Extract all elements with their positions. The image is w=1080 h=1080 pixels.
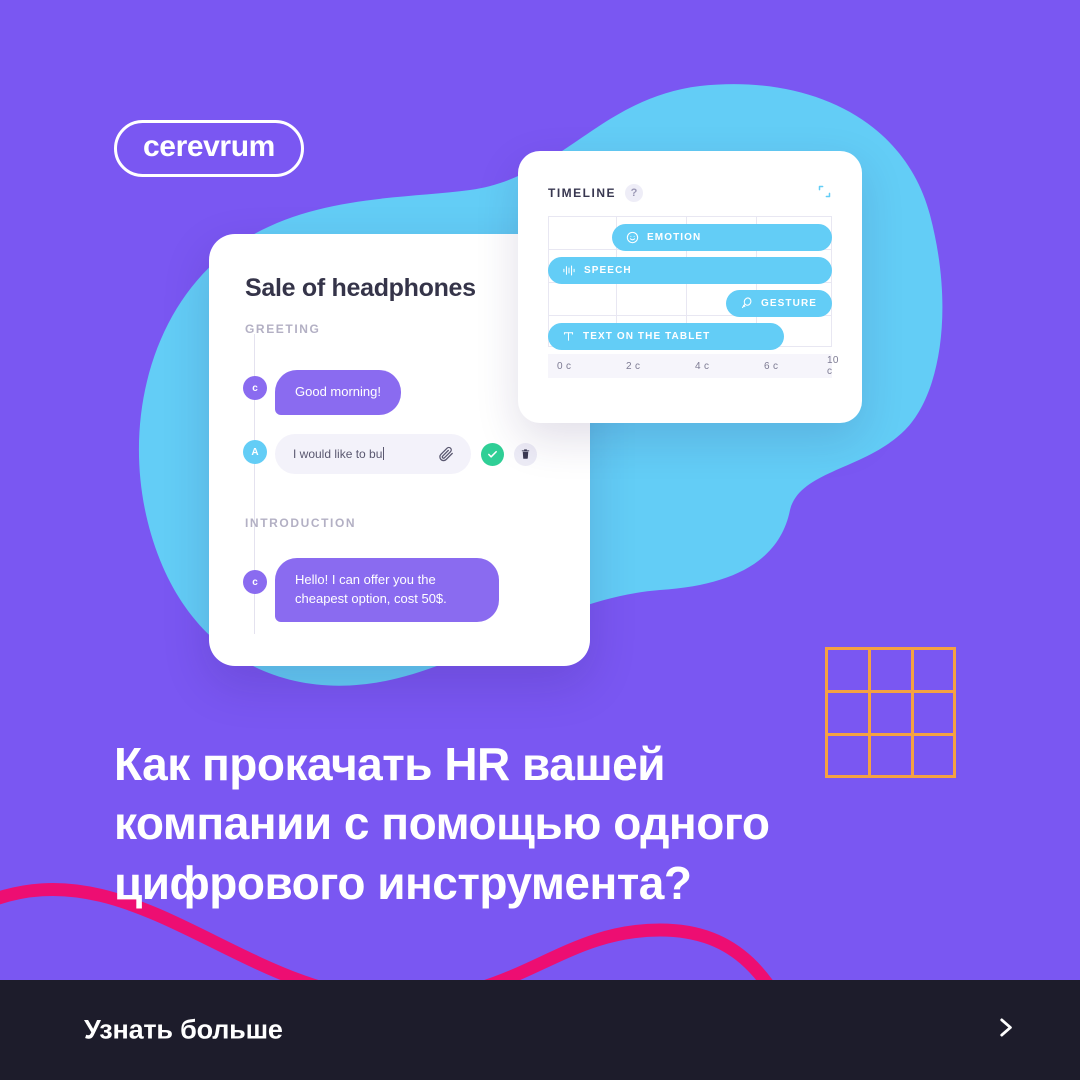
timeline-header: TIMELINE ? (548, 184, 643, 202)
timeline-track-label: EMOTION (647, 232, 702, 243)
section-label-introduction: INTRODUCTION (245, 516, 357, 530)
timeline-track-gesture[interactable]: GESTURE (726, 290, 832, 317)
page-title: Как прокачать HR вашей компании с помощь… (114, 738, 770, 909)
paperclip-icon[interactable] (435, 443, 457, 465)
trash-icon (521, 449, 530, 459)
timeline-card: TIMELINE ? EMOTION SPEECH GESTURE TEXT O… (518, 151, 862, 423)
axis-tick: 2 c (626, 360, 641, 372)
axis-tick: 4 c (695, 360, 710, 372)
timeline-title: TIMELINE (548, 186, 616, 200)
text-cursor (383, 447, 385, 460)
chat-bubble: Hello! I can offer you the cheapest opti… (275, 558, 499, 622)
axis-tick: 10 c (827, 355, 839, 377)
check-icon (488, 450, 497, 458)
timeline-track-label: GESTURE (761, 298, 818, 309)
avatar: A (243, 440, 267, 464)
avatar: c (243, 570, 267, 594)
waveform-icon (562, 264, 576, 277)
timeline-track-label: TEXT ON THE TABLET (583, 331, 711, 342)
smiley-icon (626, 231, 639, 244)
brand-logo[interactable]: cerevrum (114, 120, 304, 177)
axis-tick: 0 c (557, 360, 572, 372)
footer-cta-bar[interactable]: Узнать больше (0, 980, 1080, 1080)
delete-button[interactable] (514, 442, 537, 466)
timeline-grid: EMOTION SPEECH GESTURE TEXT ON THE TABLE… (548, 216, 832, 350)
timeline-track-text-on-tablet[interactable]: TEXT ON THE TABLET (548, 323, 784, 350)
expand-icon[interactable] (817, 184, 832, 204)
timeline-track-emotion[interactable]: EMOTION (612, 224, 832, 251)
chevron-right-icon[interactable] (992, 1013, 1018, 1048)
timeline-track-label: SPEECH (584, 265, 632, 276)
gesture-icon (740, 297, 753, 310)
axis-tick: 6 c (764, 360, 779, 372)
avatar: c (243, 376, 267, 400)
chat-bubble: Good morning! (275, 370, 401, 415)
chat-card-title: Sale of headphones (245, 274, 476, 302)
confirm-button[interactable] (481, 442, 504, 466)
footer-cta-label: Узнать больше (84, 1014, 283, 1045)
message-input[interactable]: I would like to bu (275, 434, 471, 474)
text-t-icon (562, 330, 575, 343)
poster-canvas: cerevrum Sale of headphones GREETING c G… (0, 0, 1080, 1080)
brand-logo-text: cerevrum (143, 130, 275, 163)
section-label-greeting: GREETING (245, 322, 321, 336)
message-input-value: I would like to bu (293, 447, 383, 461)
help-icon[interactable]: ? (625, 184, 643, 202)
timeline-track-speech[interactable]: SPEECH (548, 257, 832, 284)
message-input-row: I would like to bu (275, 434, 537, 474)
timeline-axis: 0 c 2 c 4 c 6 c 10 c (548, 354, 838, 378)
